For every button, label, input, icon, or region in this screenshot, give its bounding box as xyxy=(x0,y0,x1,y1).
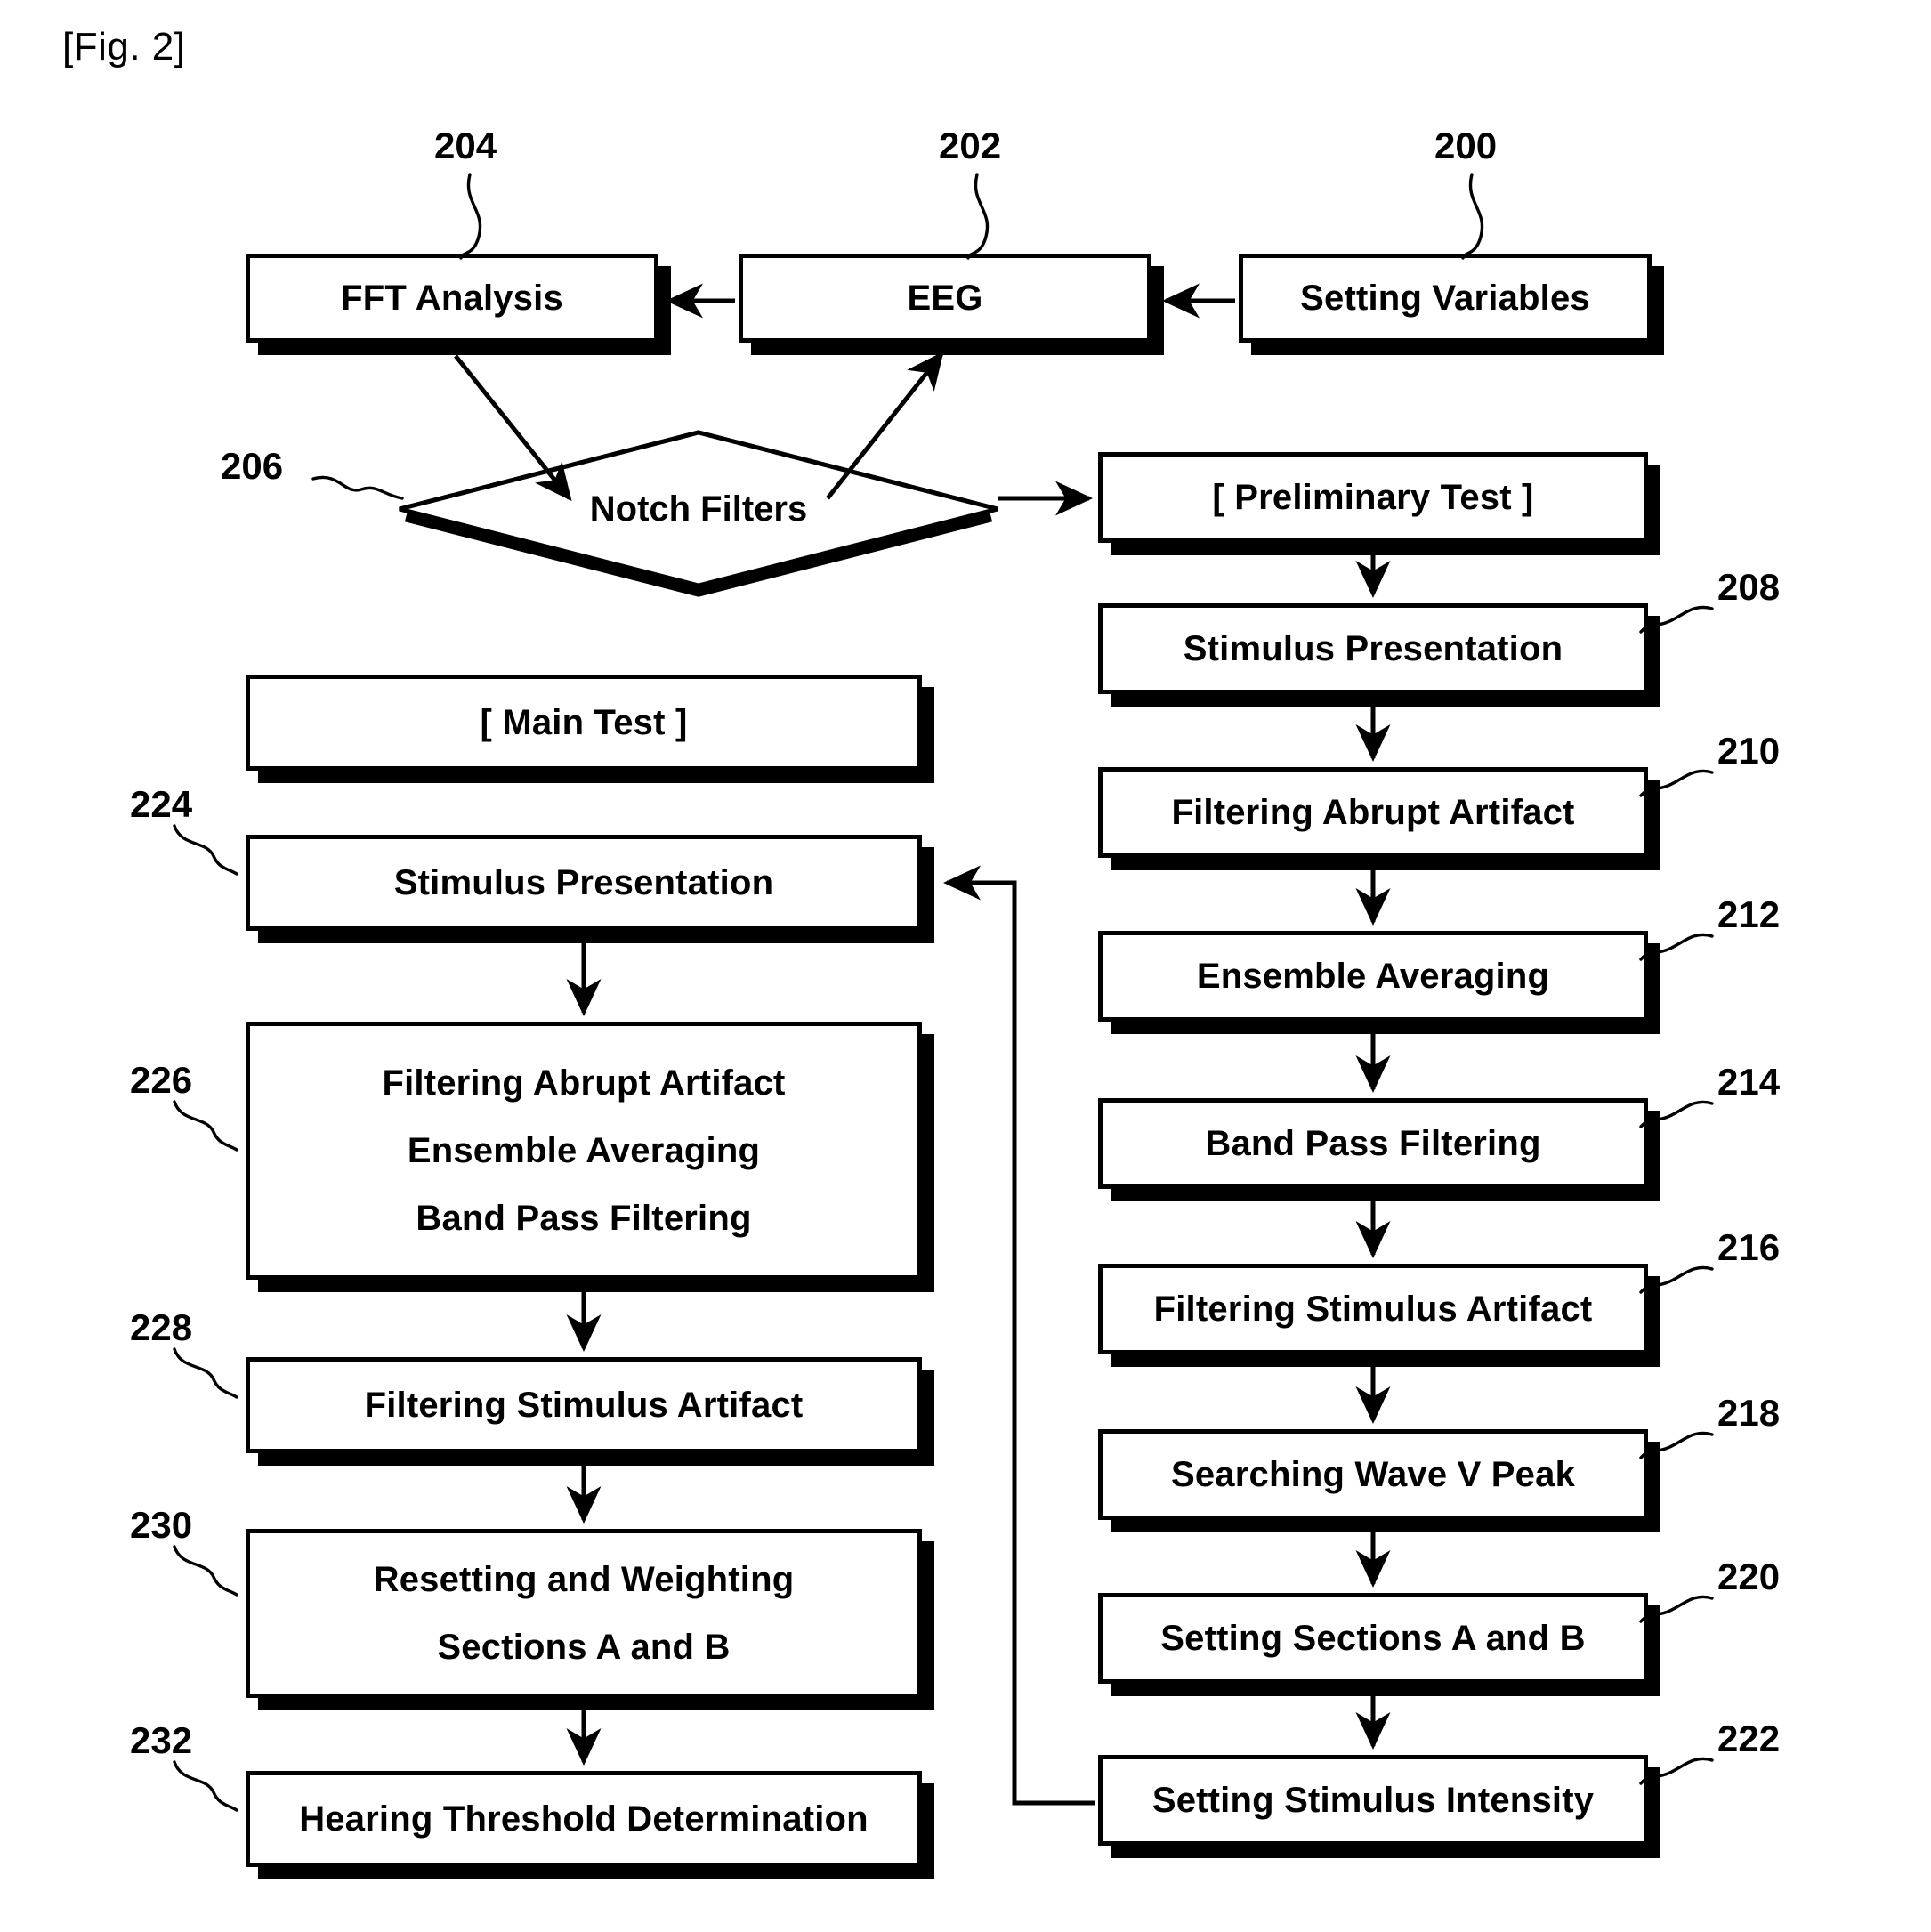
figure-canvas: [Fig. 2] FFT Analysis 204 EEG 202 Settin… xyxy=(0,0,1931,1932)
ref-220: 220 xyxy=(1717,1556,1781,1597)
leader-222 xyxy=(1639,1757,1714,1785)
box-pre-searching-wave-v-peak[interactable]: Searching Wave V Peak xyxy=(1098,1429,1648,1520)
box-main-stimulus-presentation-label: Stimulus Presentation xyxy=(393,863,774,902)
leader-206 xyxy=(311,475,404,500)
leader-210 xyxy=(1639,769,1714,797)
box-pre-setting-sections[interactable]: Setting Sections A and B xyxy=(1098,1593,1648,1684)
box-pre-filtering-stimulus-artifact-label: Filtering Stimulus Artifact xyxy=(1153,1289,1593,1329)
arrow-feedback-intensity-to-main-stimulus xyxy=(942,865,1095,1806)
box-fft-analysis[interactable]: FFT Analysis xyxy=(246,254,658,343)
ref-204: 204 xyxy=(434,125,497,166)
leader-208 xyxy=(1639,605,1714,634)
leader-212 xyxy=(1639,933,1714,961)
leader-202 xyxy=(966,173,990,260)
box-eeg-label: EEG xyxy=(907,279,983,318)
decision-notch-filters[interactable]: Notch Filters xyxy=(396,429,1001,597)
ref-232: 232 xyxy=(130,1719,193,1761)
box-preliminary-test-label: [ Preliminary Test ] xyxy=(1212,478,1534,517)
box-fft-analysis-label: FFT Analysis xyxy=(341,279,563,318)
box-pre-setting-stimulus-intensity[interactable]: Setting Stimulus Intensity xyxy=(1098,1755,1648,1846)
leader-216 xyxy=(1639,1265,1714,1294)
box-pre-band-pass-filtering[interactable]: Band Pass Filtering xyxy=(1098,1098,1648,1189)
box-eeg[interactable]: EEG xyxy=(739,254,1151,343)
box-pre-stimulus-presentation[interactable]: Stimulus Presentation xyxy=(1098,603,1648,694)
leader-218 xyxy=(1639,1431,1714,1459)
box-pre-filtering-stimulus-artifact[interactable]: Filtering Stimulus Artifact xyxy=(1098,1264,1648,1354)
leader-200 xyxy=(1461,173,1484,260)
ref-210: 210 xyxy=(1717,730,1781,772)
box-main-filtering-stimulus-artifact-label: Filtering Stimulus Artifact xyxy=(364,1386,804,1425)
leader-228 xyxy=(173,1347,238,1399)
ref-208: 208 xyxy=(1717,566,1781,608)
ref-202: 202 xyxy=(939,125,1002,166)
box-pre-filtering-abrupt-artifact-label: Filtering Abrupt Artifact xyxy=(1171,793,1575,832)
box-pre-filtering-abrupt-artifact[interactable]: Filtering Abrupt Artifact xyxy=(1098,767,1648,858)
leader-220 xyxy=(1639,1595,1714,1623)
ref-228: 228 xyxy=(130,1306,193,1348)
ref-222: 222 xyxy=(1717,1718,1781,1759)
box-main-filtering-stimulus-artifact[interactable]: Filtering Stimulus Artifact xyxy=(246,1357,922,1453)
box-main-resetting-weighting-label: Resetting and Weighting Sections A and B xyxy=(373,1560,795,1667)
box-setting-variables-label: Setting Variables xyxy=(1300,279,1590,318)
ref-226: 226 xyxy=(130,1059,193,1101)
box-main-hearing-threshold-label: Hearing Threshold Determination xyxy=(299,1799,869,1839)
box-pre-stimulus-presentation-label: Stimulus Presentation xyxy=(1183,629,1563,668)
box-main-filters-label: Filtering Abrupt Artifact Ensemble Avera… xyxy=(382,1063,786,1238)
ref-224: 224 xyxy=(130,783,193,825)
box-main-hearing-threshold[interactable]: Hearing Threshold Determination xyxy=(246,1771,922,1867)
figure-label: [Fig. 2] xyxy=(62,25,186,69)
ref-230: 230 xyxy=(130,1504,193,1546)
leader-226 xyxy=(173,1100,238,1152)
box-pre-searching-wave-v-peak-label: Searching Wave V Peak xyxy=(1170,1455,1576,1494)
box-pre-band-pass-filtering-label: Band Pass Filtering xyxy=(1205,1124,1541,1163)
box-preliminary-test[interactable]: [ Preliminary Test ] xyxy=(1098,452,1648,543)
ref-206: 206 xyxy=(221,445,284,487)
ref-218: 218 xyxy=(1717,1392,1781,1434)
box-pre-ensemble-averaging[interactable]: Ensemble Averaging xyxy=(1098,931,1648,1022)
box-main-test[interactable]: [ Main Test ] xyxy=(246,675,922,771)
ref-212: 212 xyxy=(1717,893,1781,935)
ref-214: 214 xyxy=(1717,1061,1781,1103)
leader-204 xyxy=(459,173,482,260)
ref-200: 200 xyxy=(1434,125,1498,166)
box-pre-setting-sections-label: Setting Sections A and B xyxy=(1160,1619,1586,1658)
decision-notch-filters-label: Notch Filters xyxy=(589,489,808,529)
leader-214 xyxy=(1639,1100,1714,1128)
box-pre-setting-stimulus-intensity-label: Setting Stimulus Intensity xyxy=(1151,1781,1595,1820)
leader-230 xyxy=(173,1545,238,1597)
box-main-filters[interactable]: Filtering Abrupt Artifact Ensemble Avera… xyxy=(246,1022,922,1280)
box-main-stimulus-presentation[interactable]: Stimulus Presentation xyxy=(246,835,922,931)
box-setting-variables[interactable]: Setting Variables xyxy=(1239,254,1652,343)
box-pre-ensemble-averaging-label: Ensemble Averaging xyxy=(1196,957,1550,996)
box-main-test-label: [ Main Test ] xyxy=(480,703,688,742)
box-main-resetting-weighting[interactable]: Resetting and Weighting Sections A and B xyxy=(246,1529,922,1698)
leader-232 xyxy=(173,1760,238,1812)
leader-224 xyxy=(173,824,238,876)
ref-216: 216 xyxy=(1717,1226,1781,1268)
